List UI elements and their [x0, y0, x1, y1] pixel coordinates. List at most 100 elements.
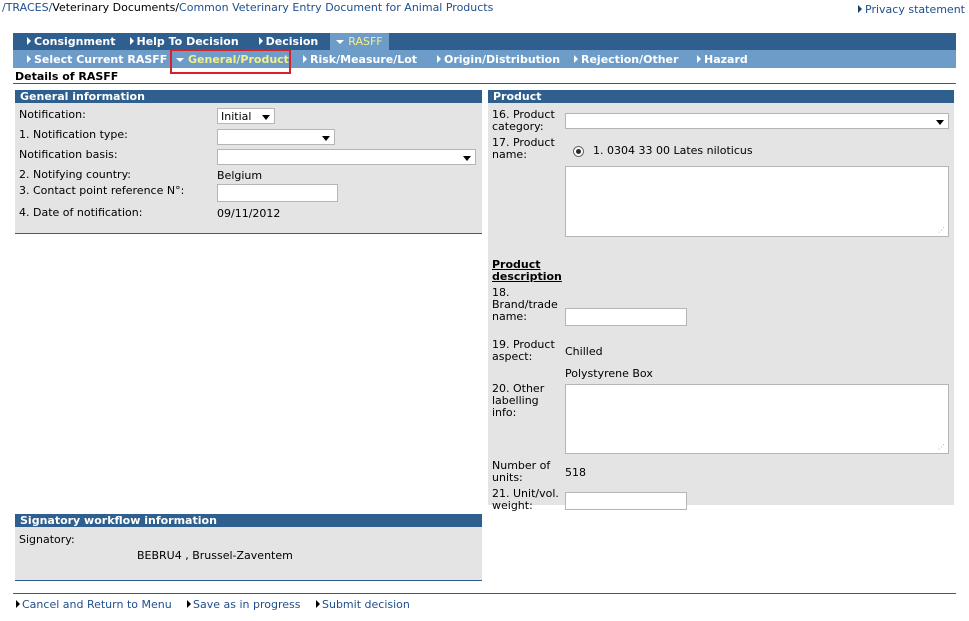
- breadcrumb-cved-link[interactable]: Common Veterinary Entry Document for Ani…: [179, 1, 493, 14]
- panel-body: Signatory: BEBRU4 , Brussel-Zaventem: [15, 527, 482, 580]
- tab-consignment-label: Consignment: [34, 35, 116, 48]
- privacy-statement-link[interactable]: Privacy statement: [858, 3, 965, 16]
- contact-point-input[interactable]: [217, 184, 338, 202]
- notification-type-select[interactable]: [217, 129, 335, 145]
- notification-select[interactable]: Initial: [217, 108, 275, 124]
- arrow-down-icon: [336, 39, 345, 44]
- product-description-heading: Product description: [492, 259, 562, 283]
- tab-select-current-rasff[interactable]: Select Current RASFF: [27, 53, 167, 66]
- divider: [15, 233, 482, 234]
- product-panel: Product 16. Product category: 17. Product…: [488, 90, 954, 512]
- other-labelling-label: 20. Other labelling info:: [492, 383, 544, 419]
- number-of-units-label: Number of units:: [492, 460, 550, 484]
- arrow-right-icon: [316, 600, 320, 608]
- panel-heading: Product: [488, 90, 954, 103]
- highlight-box: [170, 49, 291, 74]
- signatory-panel: Signatory workflow information Signatory…: [15, 514, 482, 581]
- tab-rejection-other[interactable]: Rejection/Other: [574, 53, 678, 66]
- resize-grip-icon: ⋰: [938, 226, 945, 234]
- tab-hazard-label: Hazard: [704, 53, 748, 66]
- product-name-radio[interactable]: [573, 146, 584, 157]
- breadcrumb-veterinary-documents: Veterinary Documents/: [52, 1, 180, 14]
- unit-weight-label-line2: weight:: [492, 499, 533, 512]
- product-name-textarea[interactable]: ⋰: [565, 166, 949, 237]
- general-information-panel: General information Notification: Initia…: [15, 90, 482, 234]
- notification-date-value: 09/11/2012: [217, 207, 281, 220]
- arrow-right-icon: [574, 55, 578, 63]
- product-name-option: 1. 0304 33 00 Lates niloticus: [593, 144, 753, 157]
- product-name-label: 17. Product name:: [492, 137, 555, 161]
- product-aspect-label: 19. Product aspect:: [492, 339, 555, 363]
- arrow-right-icon: [27, 55, 31, 63]
- tab-rejection-other-label: Rejection/Other: [581, 53, 679, 66]
- arrow-right-icon: [437, 55, 441, 63]
- notifying-country-value: Belgium: [217, 169, 263, 182]
- divider: [13, 83, 956, 84]
- number-of-units-label-line2: units:: [492, 471, 523, 484]
- number-of-units-value: 518: [565, 466, 586, 479]
- notification-date-label: 4. Date of notification:: [19, 206, 143, 219]
- arrow-right-icon: [858, 5, 863, 13]
- arrow-right-icon: [129, 37, 134, 45]
- tab-decision-label: Decision: [265, 35, 319, 48]
- cancel-return-label: Cancel and Return to Menu: [22, 598, 172, 611]
- notification-basis-select[interactable]: [217, 149, 476, 165]
- product-category-label: 16. Product category:: [492, 109, 555, 133]
- tab-consignment[interactable]: Consignment: [13, 35, 116, 48]
- panel-heading: General information: [15, 90, 482, 103]
- tab-risk-measure-lot[interactable]: Risk/Measure/Lot: [303, 53, 417, 66]
- other-labelling-label-line3: info:: [492, 406, 517, 419]
- brand-label: 18. Brand/trade name:: [492, 287, 558, 323]
- chevron-down-icon: [262, 115, 270, 120]
- submit-decision-link[interactable]: Submit decision: [316, 598, 410, 611]
- arrow-right-icon: [697, 55, 701, 63]
- unit-weight-input[interactable]: [565, 492, 687, 510]
- product-aspect-label-line2: aspect:: [492, 350, 533, 363]
- notification-type-label: 1. Notification type:: [19, 128, 128, 141]
- chevron-down-icon: [463, 156, 471, 161]
- other-labelling-textarea[interactable]: ⋰: [565, 384, 949, 454]
- submit-decision-label: Submit decision: [322, 598, 410, 611]
- page-title: Details of RASFF: [15, 70, 119, 83]
- divider: [15, 580, 482, 581]
- tab-help-to-decision[interactable]: Help To Decision: [116, 35, 239, 48]
- signatory-label: Signatory:: [19, 533, 75, 546]
- brand-input[interactable]: [565, 308, 687, 326]
- chevron-down-icon: [322, 136, 330, 141]
- notification-label: Notification:: [19, 108, 86, 121]
- arrow-right-icon: [27, 37, 31, 45]
- panel-body: Notification: Initial 1. Notification ty…: [15, 103, 482, 233]
- notification-select-value: Initial: [221, 110, 252, 123]
- notification-basis-label: Notification basis:: [19, 148, 118, 161]
- chevron-down-icon: [936, 120, 944, 125]
- tab-hazard[interactable]: Hazard: [697, 53, 748, 66]
- product-category-label-line2: category:: [492, 120, 544, 133]
- panel-body: 16. Product category: 17. Product name: 1.…: [488, 103, 954, 512]
- tab-decision[interactable]: Decision: [239, 35, 319, 48]
- unit-weight-label: 21. Unit/vol. weight:: [492, 488, 559, 512]
- product-description-heading-line2: description: [492, 270, 562, 283]
- product-category-select[interactable]: [565, 113, 949, 129]
- product-aspect-value: Chilled: [565, 345, 603, 358]
- tab-help-to-decision-label: Help To Decision: [136, 35, 239, 48]
- sub-tab-bar: Select Current RASFF General/Product Ris…: [13, 50, 956, 68]
- divider: [13, 593, 956, 594]
- breadcrumb-traces-link[interactable]: /TRACES/: [2, 1, 52, 14]
- signatory-value: BEBRU4 , Brussel-Zaventem: [137, 549, 293, 562]
- panel-heading: Signatory workflow information: [15, 514, 482, 527]
- product-name-label-line2: name:: [492, 148, 527, 161]
- tab-rasff[interactable]: RASFF: [330, 33, 389, 50]
- brand-label-line3: name:: [492, 310, 527, 323]
- packaging-value: Polystyrene Box: [565, 367, 653, 380]
- save-in-progress-link[interactable]: Save as in progress: [187, 598, 300, 611]
- contact-point-label: 3. Contact point reference N°:: [19, 184, 185, 197]
- notifying-country-label: 2. Notifying country:: [19, 168, 131, 181]
- arrow-right-icon: [258, 37, 263, 45]
- tab-origin-distribution[interactable]: Origin/Distribution: [437, 53, 560, 66]
- save-in-progress-label: Save as in progress: [193, 598, 301, 611]
- cancel-return-link[interactable]: Cancel and Return to Menu: [16, 598, 172, 611]
- main-tab-bar: Consignment Help To Decision Decision RA…: [13, 33, 956, 50]
- tab-origin-distribution-label: Origin/Distribution: [444, 53, 561, 66]
- arrow-right-icon: [187, 600, 191, 608]
- tab-rasff-label: RASFF: [348, 35, 383, 48]
